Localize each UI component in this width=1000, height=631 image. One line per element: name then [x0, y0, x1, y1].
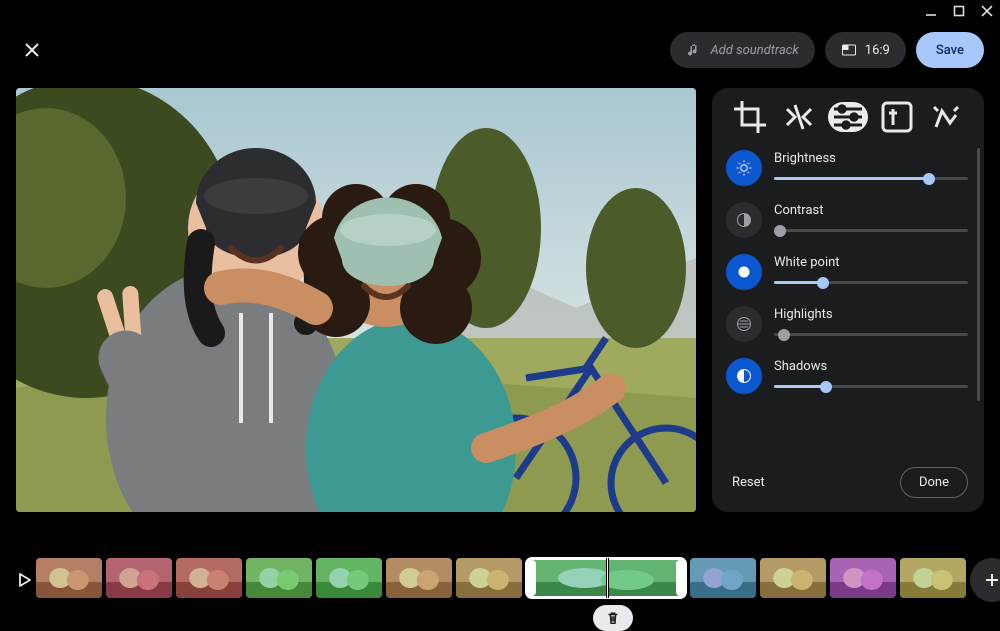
slider-highlights: Highlights — [712, 298, 978, 350]
trim-end-handle[interactable] — [676, 560, 684, 596]
highlights-slider[interactable] — [774, 328, 968, 342]
slider-whitepoint: White point — [712, 246, 978, 298]
clip-1[interactable] — [106, 558, 172, 598]
editor-topbar: Add soundtrack 16:9 Save — [0, 28, 1000, 72]
tab-crop[interactable] — [730, 102, 770, 132]
tool-tabs — [712, 102, 984, 142]
whitepoint-label: White point — [774, 255, 968, 270]
brightness-icon[interactable] — [726, 150, 762, 186]
reset-button[interactable]: Reset — [732, 475, 765, 490]
clip-6[interactable] — [456, 558, 522, 598]
clip-4[interactable] — [316, 558, 382, 598]
shadows-slider[interactable] — [774, 380, 968, 394]
clip-2[interactable] — [176, 558, 242, 598]
window-minimize-icon[interactable] — [924, 4, 938, 18]
clip-10[interactable] — [830, 558, 896, 598]
slider-brightness: Brightness — [712, 142, 978, 194]
scrollbar[interactable] — [977, 148, 980, 401]
adjustments-panel: Brightness Contrast White point Highlights S… — [712, 88, 984, 512]
slider-contrast: Contrast — [712, 194, 978, 246]
brightness-slider[interactable] — [774, 172, 968, 186]
shadows-icon[interactable] — [726, 358, 762, 394]
close-button[interactable] — [16, 34, 48, 66]
window-maximize-icon[interactable] — [952, 4, 966, 18]
tab-adjust[interactable] — [828, 102, 868, 132]
trim-start-handle[interactable] — [528, 560, 536, 596]
preview-canvas[interactable] — [16, 88, 696, 512]
timeline — [16, 557, 984, 603]
contrast-slider[interactable] — [774, 224, 968, 238]
add-clip-button[interactable] — [970, 558, 1000, 602]
contrast-icon[interactable] — [726, 202, 762, 238]
aspect-ratio-label: 16:9 — [865, 43, 890, 58]
clip-9[interactable] — [760, 558, 826, 598]
slider-list: Brightness Contrast White point Highlights S… — [712, 142, 984, 457]
aspect-icon — [841, 42, 857, 58]
done-button[interactable]: Done — [900, 467, 968, 498]
highlights-icon[interactable] — [726, 306, 762, 342]
window-close-icon[interactable] — [980, 4, 994, 18]
clip-3[interactable] — [246, 558, 312, 598]
whitepoint-slider[interactable] — [774, 276, 968, 290]
clip-0[interactable] — [36, 558, 102, 598]
save-button[interactable]: Save — [916, 32, 984, 68]
contrast-label: Contrast — [774, 203, 968, 218]
clip-7[interactable] — [526, 558, 686, 598]
shadows-label: Shadows — [774, 359, 968, 374]
add-soundtrack-button[interactable]: Add soundtrack — [670, 32, 814, 68]
save-label: Save — [936, 43, 964, 58]
play-button[interactable] — [16, 557, 32, 603]
playhead[interactable] — [606, 558, 609, 598]
delete-clip-button[interactable] — [593, 605, 633, 631]
slider-shadows: Shadows — [712, 350, 978, 402]
tab-markup[interactable] — [926, 102, 966, 132]
aspect-ratio-button[interactable]: 16:9 — [825, 32, 906, 68]
clip-8[interactable] — [690, 558, 756, 598]
brightness-label: Brightness — [774, 151, 968, 166]
clip-11[interactable] — [900, 558, 966, 598]
highlights-label: Highlights — [774, 307, 968, 322]
music-note-icon — [686, 42, 702, 58]
add-soundtrack-label: Add soundtrack — [710, 43, 798, 58]
tab-filters[interactable] — [877, 102, 917, 132]
whitepoint-icon[interactable] — [726, 254, 762, 290]
clip-5[interactable] — [386, 558, 452, 598]
preview-image — [16, 88, 696, 512]
tab-tools[interactable] — [779, 102, 819, 132]
